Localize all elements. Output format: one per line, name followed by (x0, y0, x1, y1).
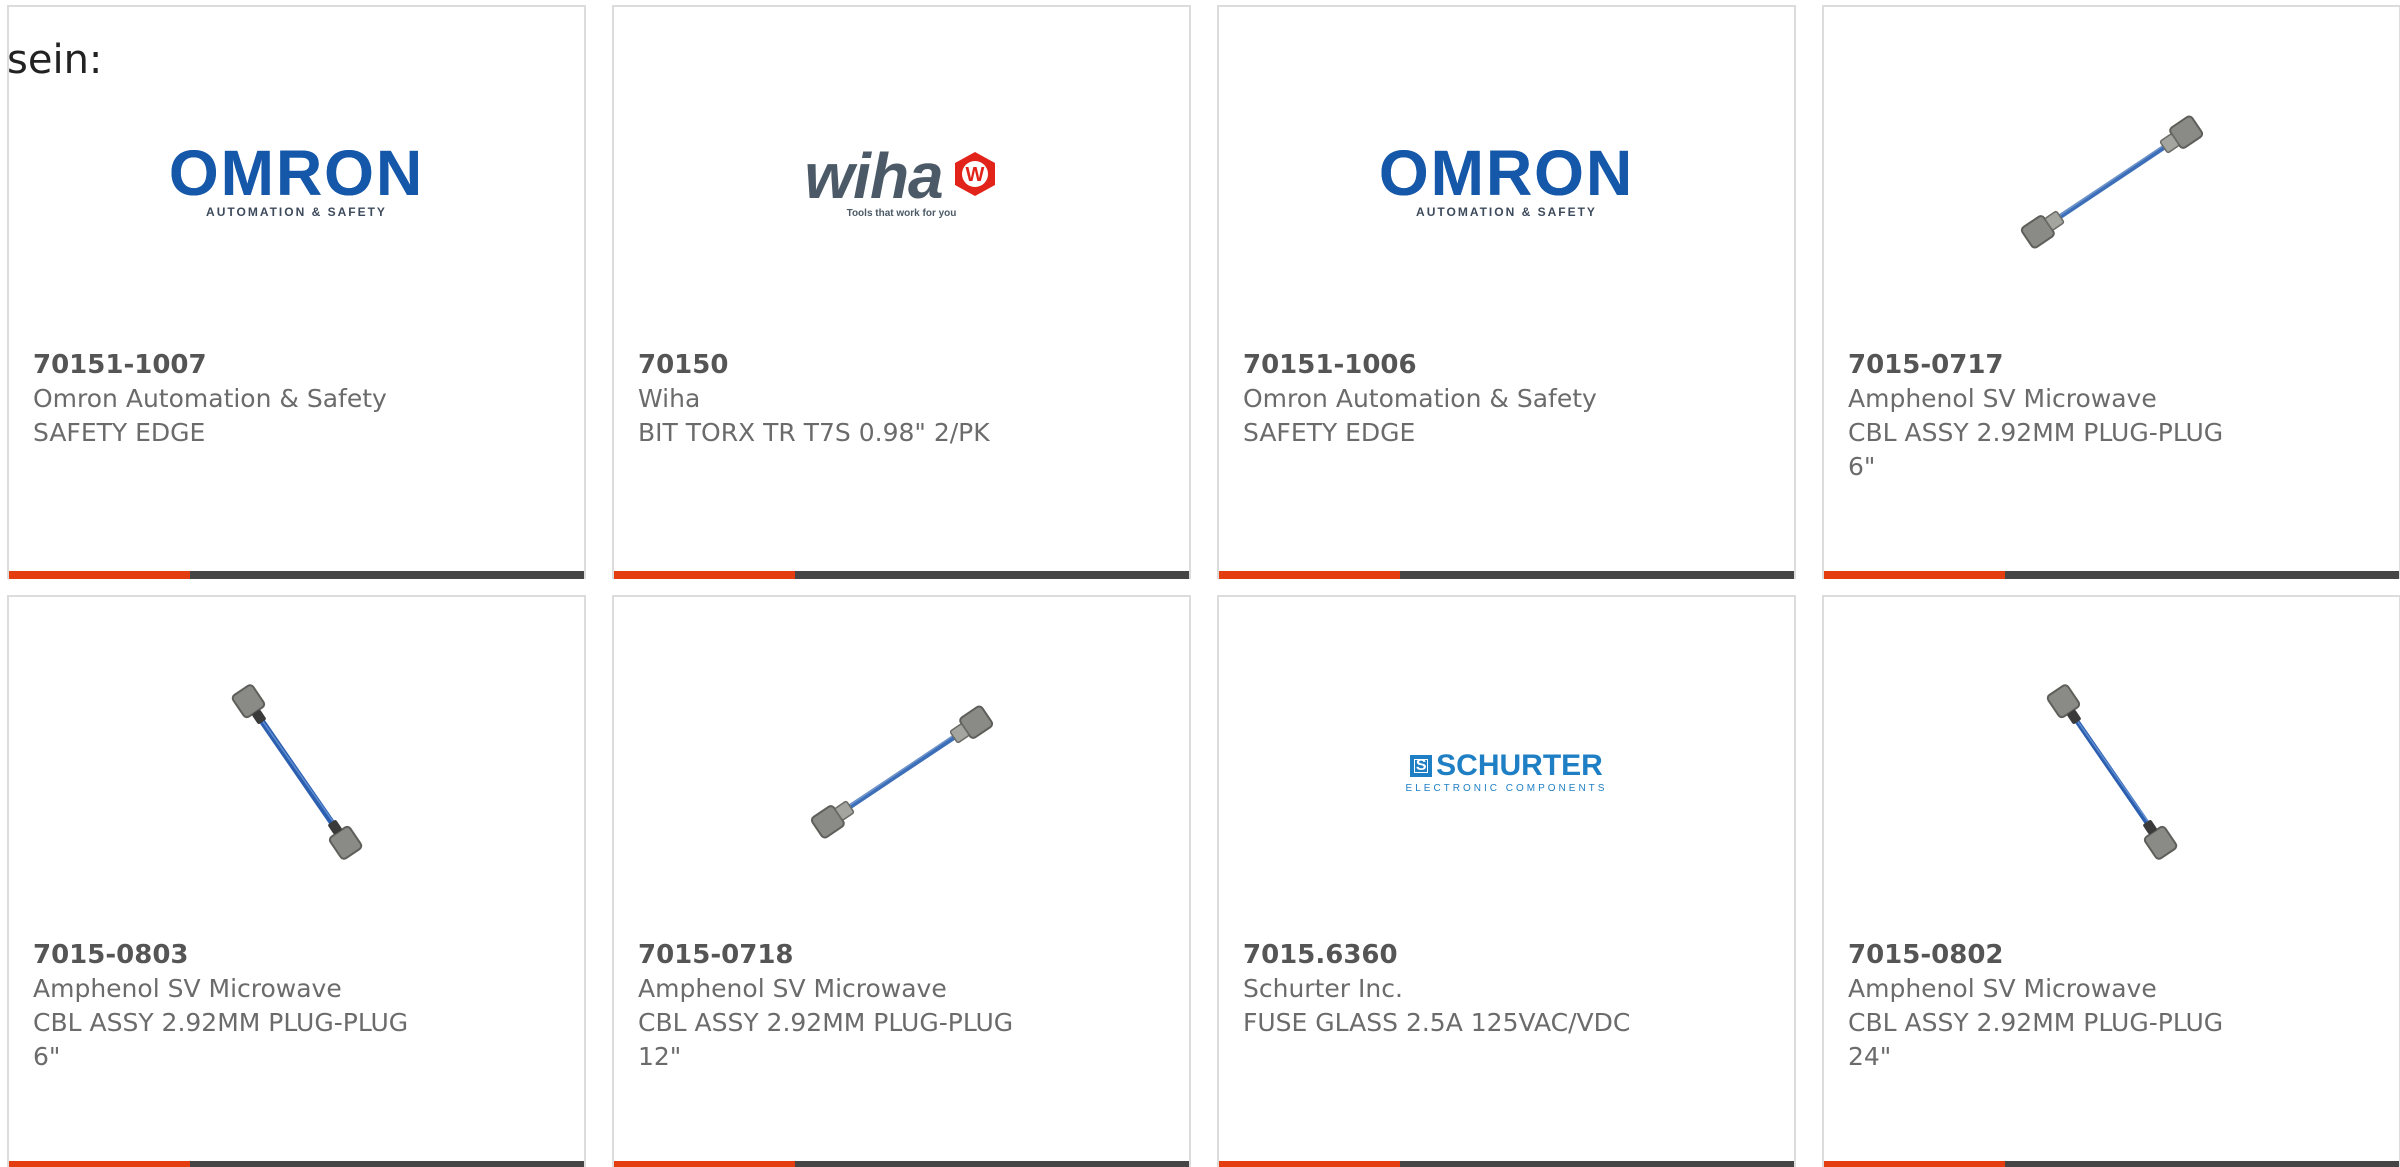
omron-logo-subtitle: AUTOMATION & SAFETY (1416, 205, 1597, 219)
omron-logo: OMRON AUTOMATION & SAFETY (168, 137, 425, 219)
schurter-mark-icon: S (1410, 754, 1433, 777)
manufacturer: Wiha (638, 384, 701, 413)
product-card[interactable]: 7015-0803 Amphenol SV Microwave CBL ASSY… (7, 595, 586, 1167)
manufacturer: Amphenol SV Microwave (1848, 384, 2157, 413)
card-accent-segment (614, 1161, 795, 1167)
omron-logo: OMRON AUTOMATION & SAFETY (1378, 137, 1635, 219)
manufacturer: Amphenol SV Microwave (638, 974, 947, 1003)
part-number[interactable]: 70151-1006 (1243, 348, 1770, 382)
manufacturer: Omron Automation & Safety (1243, 384, 1597, 413)
card-accent-segment (614, 571, 795, 579)
rf-cable-assembly-icon (792, 692, 1012, 852)
wiha-logo-word: wiha (804, 139, 943, 212)
part-number[interactable]: 7015.6360 (1243, 938, 1770, 972)
part-number[interactable]: 7015-0803 (33, 938, 560, 972)
product-description: SAFETY EDGE (1243, 418, 1416, 447)
product-card[interactable]: wiha W Tools that work for you 70150 Wih… (612, 5, 1191, 579)
product-image: S SCHURTER ELECTRONIC COMPONENTS (1219, 647, 1794, 897)
manufacturer: Schurter Inc. (1243, 974, 1403, 1003)
card-accent-bar (614, 571, 1189, 579)
product-description: CBL ASSY 2.92MM PLUG-PLUG 6" (33, 1008, 409, 1071)
rf-cable-assembly-icon (2002, 102, 2222, 262)
product-image (1824, 647, 2399, 897)
manufacturer: Omron Automation & Safety (33, 384, 387, 413)
omron-logo-word: OMRON (1378, 137, 1635, 209)
rf-cable-assembly-icon (197, 672, 397, 872)
card-accent-segment (9, 1161, 190, 1167)
part-number[interactable]: 7015-0717 (1848, 348, 2375, 382)
card-accent-segment (1219, 1161, 1400, 1167)
part-number[interactable]: 70150 (638, 348, 1165, 382)
rf-cable-assembly-icon (2012, 672, 2212, 872)
product-info: 7015.6360 Schurter Inc. FUSE GLASS 2.5A … (1243, 938, 1770, 1040)
svg-text:W: W (965, 164, 984, 186)
product-image: OMRON AUTOMATION & SAFETY (9, 57, 584, 307)
product-info: 7015-0803 Amphenol SV Microwave CBL ASSY… (33, 938, 560, 1074)
card-accent-segment (1219, 571, 1400, 579)
product-info: 70151-1007 Omron Automation & Safety SAF… (33, 348, 560, 450)
product-description: SAFETY EDGE (33, 418, 206, 447)
card-accent-segment (1824, 571, 2005, 579)
product-description: FUSE GLASS 2.5A 125VAC/VDC (1243, 1008, 1631, 1037)
omron-logo-subtitle: AUTOMATION & SAFETY (206, 205, 387, 219)
card-accent-bar (1824, 571, 2399, 579)
card-accent-segment (9, 571, 190, 579)
schurter-logo-word: SCHURTER (1436, 748, 1603, 782)
product-info: 7015-0718 Amphenol SV Microwave CBL ASSY… (638, 938, 1165, 1074)
card-accent-segment (1824, 1161, 2005, 1167)
schurter-logo-subtitle: ELECTRONIC COMPONENTS (1405, 782, 1608, 794)
part-number[interactable]: 7015-0802 (1848, 938, 2375, 972)
product-info: 70150 Wiha BIT TORX TR T7S 0.98" 2/PK (638, 348, 1165, 450)
product-description: BIT TORX TR T7S 0.98" 2/PK (638, 418, 990, 447)
product-description: CBL ASSY 2.92MM PLUG-PLUG 6" (1848, 418, 2224, 481)
product-image (9, 647, 584, 897)
wiha-badge-icon: W (951, 150, 999, 202)
part-number[interactable]: 7015-0718 (638, 938, 1165, 972)
wiha-logo-tagline: Tools that work for you (846, 207, 957, 219)
card-accent-bar (614, 1161, 1189, 1167)
card-accent-bar (1219, 571, 1794, 579)
product-image: OMRON AUTOMATION & SAFETY (1219, 57, 1794, 307)
product-grid: OMRON AUTOMATION & SAFETY 70151-1007 Omr… (7, 5, 2400, 1167)
product-image (1824, 57, 2399, 307)
wiha-logo: wiha W Tools that work for you (804, 139, 999, 219)
schurter-logo: S SCHURTER ELECTRONIC COMPONENTS (1405, 748, 1608, 794)
omron-logo-word: OMRON (168, 137, 425, 209)
product-grid-page: OMRON AUTOMATION & SAFETY 70151-1007 Omr… (0, 0, 2400, 1167)
product-image: wiha W Tools that work for you (614, 57, 1189, 307)
product-info: 70151-1006 Omron Automation & Safety SAF… (1243, 348, 1770, 450)
product-description: CBL ASSY 2.92MM PLUG-PLUG 24" (1848, 1008, 2224, 1071)
card-accent-bar (1219, 1161, 1794, 1167)
product-card[interactable]: S SCHURTER ELECTRONIC COMPONENTS 7015.63… (1217, 595, 1796, 1167)
card-accent-bar (9, 571, 584, 579)
card-accent-bar (9, 1161, 584, 1167)
product-card[interactable]: 7015-0802 Amphenol SV Microwave CBL ASSY… (1822, 595, 2400, 1167)
manufacturer: Amphenol SV Microwave (33, 974, 342, 1003)
product-card[interactable]: 7015-0718 Amphenol SV Microwave CBL ASSY… (612, 595, 1191, 1167)
product-card[interactable]: OMRON AUTOMATION & SAFETY 70151-1006 Omr… (1217, 5, 1796, 579)
manufacturer: Amphenol SV Microwave (1848, 974, 2157, 1003)
product-description: CBL ASSY 2.92MM PLUG-PLUG 12" (638, 1008, 1014, 1071)
product-card[interactable]: OMRON AUTOMATION & SAFETY 70151-1007 Omr… (7, 5, 586, 579)
product-info: 7015-0802 Amphenol SV Microwave CBL ASSY… (1848, 938, 2375, 1074)
card-accent-bar (1824, 1161, 2399, 1167)
lead-text: sein: (7, 37, 103, 83)
product-image (614, 647, 1189, 897)
part-number[interactable]: 70151-1007 (33, 348, 560, 382)
product-info: 7015-0717 Amphenol SV Microwave CBL ASSY… (1848, 348, 2375, 484)
product-card[interactable]: 7015-0717 Amphenol SV Microwave CBL ASSY… (1822, 5, 2400, 579)
